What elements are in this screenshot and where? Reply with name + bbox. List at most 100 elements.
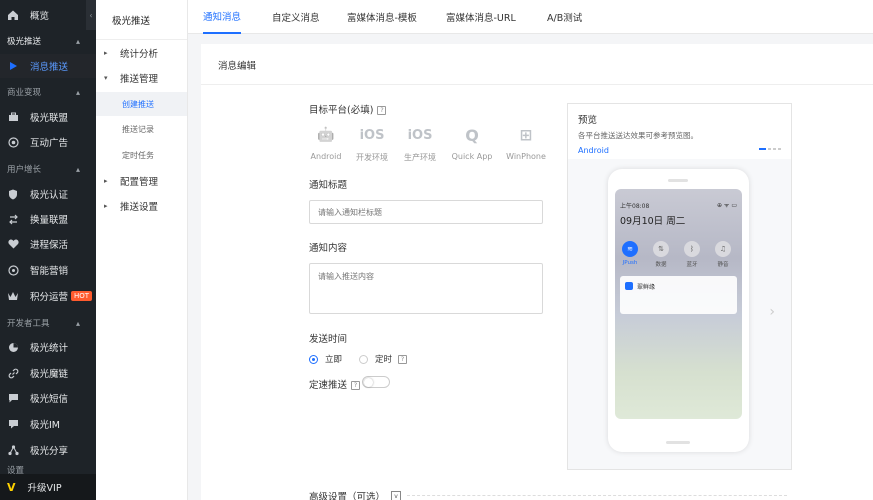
sidebar-item-alliance[interactable]: 极光联盟	[0, 105, 96, 129]
sidebar-item-label: 换量联盟	[30, 215, 69, 226]
send-scheduled-radio[interactable]: 定时?	[359, 353, 408, 365]
wifi-icon: ≋	[622, 241, 638, 257]
preview-platform-tab[interactable]: Android	[578, 146, 781, 155]
notification-content-label: 通知内容	[309, 243, 348, 254]
quick-toggle-mute: ♫ 静音	[715, 241, 731, 268]
quick-toggle-bluetooth: ᛒ 蓝牙	[684, 241, 700, 268]
sidebar-section-devtools[interactable]: 开发者工具 ▴	[0, 312, 96, 334]
crown-icon	[7, 290, 19, 302]
panel-title: 消息编辑	[218, 61, 257, 72]
platform-android[interactable]: 🤖 Android	[301, 124, 351, 161]
shield-icon	[7, 188, 19, 200]
chevron-right-icon[interactable]: ›	[769, 304, 775, 320]
play-icon	[7, 60, 19, 72]
sidebar-item-label: 极光认证	[30, 190, 69, 201]
app-icon	[625, 282, 633, 290]
bluetooth-icon: ᛒ	[684, 241, 700, 257]
message-type-tabs: 通知消息 自定义消息 富媒体消息-模板 富媒体消息-URL A/B测试	[188, 0, 873, 34]
sidebar-item-label: 进程保活	[30, 240, 69, 251]
send-now-radio[interactable]: 立即	[309, 353, 342, 365]
sidebar-item-label: 互动广告	[30, 138, 69, 149]
sidebar-item-sms[interactable]: 极光短信	[0, 386, 96, 410]
notification-app-name: 翠鲜缘	[637, 284, 656, 291]
sidebar-item-message-push[interactable]: 消息推送	[0, 54, 96, 78]
chat-icon	[7, 418, 19, 430]
divider	[201, 84, 873, 85]
sidebar-item-magiclink[interactable]: 极光魔链	[0, 361, 96, 385]
sidebar-section-monetization[interactable]: 商业变现 ▴	[0, 81, 96, 103]
sidebar-item-exchange[interactable]: 换量联盟	[0, 207, 96, 231]
upgrade-vip-button[interactable]: V 升级VIP	[0, 474, 96, 500]
notification-content-input[interactable]	[309, 263, 543, 314]
submenu-item-push-management[interactable]: ▾ 推送管理	[96, 66, 187, 90]
chevron-down-icon: v	[391, 491, 402, 500]
heart-icon	[7, 238, 19, 250]
sidebar-item-label: 极光联盟	[30, 113, 69, 124]
quick-toggle-jpush: ≋ JPush	[622, 241, 638, 266]
phone-time: 上午08:08	[620, 203, 650, 210]
sidebar-item-points[interactable]: 积分运营 HOT	[0, 284, 96, 308]
submenu-item-analytics[interactable]: ▸ 统计分析	[96, 41, 187, 65]
sidebar-item-label: 积分运营	[30, 292, 69, 303]
phone-date: 09月10日 周二	[620, 216, 686, 227]
sidebar-item-stats[interactable]: 极光统计	[0, 335, 96, 359]
sidebar-item-share[interactable]: 极光分享	[0, 438, 96, 462]
sidebar-item-auth[interactable]: 极光认证	[0, 182, 96, 206]
submenu-item-push-settings[interactable]: ▸ 推送设置	[96, 194, 187, 218]
sidebar-item-im[interactable]: 极光IM	[0, 412, 96, 436]
briefcase-icon	[7, 111, 19, 123]
quick-toggle-data: ⇅ 数据	[653, 241, 669, 268]
chevron-right-icon: ▸	[104, 202, 108, 210]
send-time-label: 发送时间	[309, 334, 348, 345]
sidebar-item-label: 极光魔链	[30, 369, 69, 380]
sidebar-item-marketing[interactable]: 智能营销	[0, 258, 96, 282]
sidebar-item-overview[interactable]: 概览	[0, 4, 96, 26]
tab-notification[interactable]: 通知消息	[203, 0, 242, 34]
main-sidebar: ‹ 概览 极光推送 ▴ 消息推送 商业变现 ▴ 极光联盟 互动广告 用户增长 ▴ 极光…	[0, 0, 96, 500]
sidebar-item-interactive-ads[interactable]: 互动广告	[0, 130, 96, 154]
help-icon[interactable]: ?	[351, 381, 361, 390]
chevron-right-icon: ▸	[104, 49, 108, 57]
secondary-menu: 极光推送 ▸ 统计分析 ▾ 推送管理 创建推送 推送记录 定时任务 ▸ 配置管理…	[96, 0, 188, 500]
target-platform-label: 目标平台(必填)?	[309, 102, 387, 116]
preview-title: 预览	[578, 115, 598, 126]
ios-icon: iOS	[407, 127, 433, 143]
speed-push-toggle[interactable]	[362, 376, 390, 388]
sidebar-section-push[interactable]: 极光推送 ▴	[0, 30, 96, 52]
platform-quickapp[interactable]: Q Quick App	[447, 124, 497, 162]
sidebar-item-label: 概览	[30, 11, 50, 22]
target-icon	[7, 136, 19, 148]
phone-mockup: 上午08:08 ⊕ ᯤ ▭ 09月10日 周二 ≋ JPush ⇅ 数据 ᛒ 蓝…	[608, 169, 749, 452]
sidebar-item-label: 消息推送	[30, 62, 69, 73]
sidebar-item-label: 极光短信	[30, 394, 69, 405]
submenu-item-config[interactable]: ▸ 配置管理	[96, 169, 187, 193]
tab-ab-test[interactable]: A/B测试	[547, 0, 582, 34]
link-icon	[7, 367, 19, 379]
secondary-menu-title: 极光推送	[96, 0, 187, 40]
sidebar-section-growth[interactable]: 用户增长 ▴	[0, 158, 96, 180]
notification-title-input[interactable]	[309, 200, 543, 224]
tab-rich-template[interactable]: 富媒体消息-模板	[347, 0, 417, 34]
bell-icon: ♫	[715, 241, 731, 257]
platform-winphone[interactable]: ⊞ WinPhone	[501, 124, 551, 161]
phone-status-icons: ⊕ ᯤ ▭	[717, 202, 737, 209]
submenu-child-create-push[interactable]: 创建推送	[96, 92, 187, 116]
platform-ios-prod[interactable]: iOS 生产环境	[395, 124, 445, 163]
tab-custom-message[interactable]: 自定义消息	[272, 0, 320, 34]
notification-preview-card: 翠鲜缘	[620, 276, 737, 314]
tab-rich-url[interactable]: 富媒体消息-URL	[446, 0, 516, 34]
help-icon[interactable]: ?	[398, 354, 408, 364]
preview-carousel-dots[interactable]	[759, 148, 781, 150]
help-icon[interactable]: ?	[377, 106, 387, 115]
platform-ios-dev[interactable]: iOS 开发环境	[347, 124, 397, 163]
submenu-child-push-records[interactable]: 推送记录	[96, 117, 187, 141]
sidebar-item-keepalive[interactable]: 进程保活	[0, 232, 96, 256]
preview-panel: 预览 各平台推送送达效果可参考预览图。 Android 上午08:08 ⊕ ᯤ …	[567, 103, 792, 470]
chevron-right-icon: ▸	[104, 177, 108, 185]
sidebar-item-label: 智能营销	[30, 266, 69, 277]
swap-icon	[7, 213, 19, 225]
notification-title-label: 通知标题	[309, 180, 348, 191]
submenu-child-scheduled-tasks[interactable]: 定时任务	[96, 143, 187, 167]
speed-push-label: 定速推送?	[309, 377, 361, 391]
advanced-settings-toggle[interactable]: 高级设置（可选） v	[309, 489, 402, 500]
